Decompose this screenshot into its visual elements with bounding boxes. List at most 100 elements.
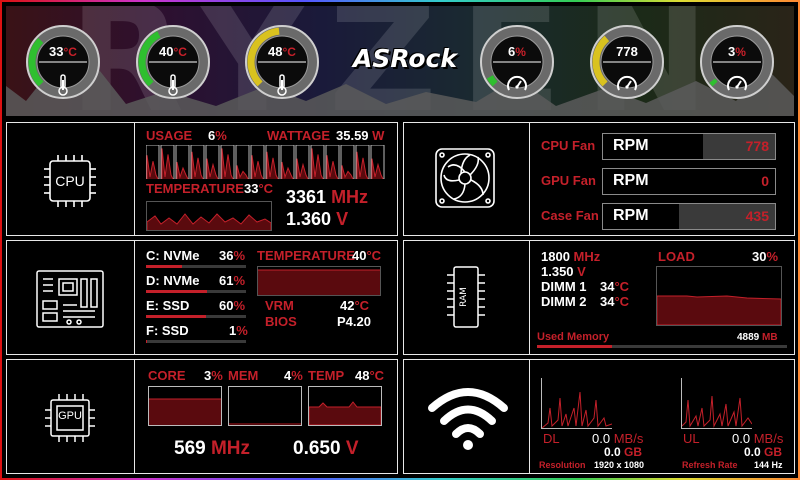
- thermometer-icon: [25, 74, 101, 101]
- fans-panel: CPU Fan RPM 778 GPU Fan RPM 0 Case Fan R…: [403, 122, 795, 236]
- download-rate-unit: MB/s: [613, 431, 644, 446]
- cpu-core-usage-cell: [310, 145, 325, 179]
- gpu-icon-label: GPU: [58, 410, 82, 422]
- fan-rpm-unit: RPM: [613, 137, 649, 154]
- download-total-unit: GB: [624, 445, 643, 459]
- gpu-mem-label: MEM: [228, 368, 259, 383]
- drive-f-unit: %: [236, 323, 248, 338]
- drive-d-value: 61: [219, 273, 234, 288]
- download-graph: [541, 378, 613, 429]
- gauge-motherboard-temp: 40°C: [135, 22, 211, 104]
- used-memory-unit: MB: [762, 332, 778, 343]
- drive-c-value: 36: [219, 248, 234, 263]
- cpu-temperature-label: TEMPERATURE: [146, 181, 244, 196]
- drive-e-label: E: SSD: [146, 298, 190, 313]
- gpu-core-graph: [148, 386, 222, 426]
- cpu-usage-unit: %: [215, 128, 227, 143]
- cpu-core-usage-cell: [235, 145, 250, 179]
- cpu-temperature-value: 33: [244, 181, 259, 196]
- upload-label: UL: [683, 431, 700, 446]
- cpu-wattage-label: WATTAGE: [267, 128, 331, 143]
- mb-temperature-label: TEMPERATURE: [257, 248, 355, 263]
- memory-panel: RAM 1800 MHz 1.350 V DIMM 1 34°C DIMM 2 …: [403, 240, 795, 355]
- drive-c-unit: %: [233, 248, 246, 263]
- drive-d-label: D: NVMe: [146, 273, 200, 288]
- thermometer-icon: [135, 74, 211, 101]
- asrock-logo: ASRock: [353, 44, 457, 73]
- gpu-core-label: CORE: [148, 368, 186, 383]
- gpu-chip-icon: GPU: [43, 392, 97, 449]
- gpu-voltage-value: 0.650: [293, 438, 341, 459]
- cpu-voltage-value: 1.360: [286, 209, 332, 229]
- fan-rpm-unit: RPM: [613, 172, 649, 189]
- thermometer-icon: [244, 74, 320, 101]
- cpu-clock-value: 3361: [286, 187, 327, 207]
- gpu-mem-unit: %: [291, 368, 303, 383]
- gpu-fan-value: 0: [761, 173, 769, 189]
- gauge-unit: %: [515, 45, 526, 59]
- cpu-core-usage-cell: [280, 145, 295, 179]
- cpu-core-usage-graphs: [146, 145, 385, 179]
- resolution-value: 1920 x 1080: [594, 460, 645, 470]
- cpu-core-usage-cell: [190, 145, 205, 179]
- drive-f-bar: [146, 340, 246, 343]
- cpu-wattage-unit: W: [372, 128, 385, 143]
- drive-e-value: 60: [219, 298, 234, 313]
- gauge-value: 778: [616, 44, 638, 59]
- gauge-cpu-temp: 33°C: [25, 22, 101, 104]
- memory-load-unit: %: [766, 249, 779, 264]
- fan-rpm-unit: RPM: [613, 207, 649, 224]
- used-memory-label: Used Memory: [537, 331, 610, 343]
- cpu-fan-rpm-box: RPM 778: [602, 133, 776, 160]
- drive-e-unit: %: [233, 298, 246, 313]
- ram-chip-icon: RAM: [444, 265, 488, 334]
- gpu-fan-rpm-box: RPM 0: [602, 168, 776, 195]
- vrm-label: VRM: [265, 298, 294, 313]
- gauge-unit: °C: [63, 45, 77, 59]
- cpu-icon-label: CPU: [55, 173, 85, 189]
- memory-voltage-value: 1.350: [541, 264, 574, 279]
- gpu-panel: GPU CORE 3% MEM 4% TEMP 48°C 569 MHz 0.6…: [6, 359, 398, 474]
- gpu-temp-unit: °C: [369, 368, 385, 383]
- gauge-gpu-load: 3%: [699, 22, 775, 104]
- header-banner: RYZEN ASRock 33°C 40°C 48°C 6% 778 3%: [6, 6, 794, 116]
- speedometer-icon: [589, 74, 665, 99]
- memory-voltage-unit: V: [577, 264, 586, 279]
- case-fan-rpm-box: RPM 435: [602, 203, 776, 230]
- download-rate-value: 0.0: [592, 431, 611, 446]
- motherboard-panel: C: NVMe 36% D: NVMe 61% E: SSD 60% F: SS…: [6, 240, 398, 355]
- speedometer-icon: [699, 74, 775, 99]
- cpu-voltage-unit: V: [336, 209, 349, 229]
- dimm1-label: DIMM 1: [541, 279, 587, 294]
- gauge-cpu-load: 6%: [479, 22, 555, 104]
- memory-clock-unit: MHz: [573, 249, 601, 264]
- gpu-core-unit: %: [211, 368, 223, 383]
- memory-load-label: LOAD: [658, 249, 695, 264]
- upload-total-value: 0.0: [744, 445, 761, 459]
- cpu-wattage-value: 35.59: [336, 128, 369, 143]
- cpu-fan-label: CPU Fan: [541, 138, 596, 153]
- case-fan-label: Case Fan: [541, 208, 599, 223]
- drive-f-label: F: SSD: [146, 323, 189, 338]
- cpu-core-usage-cell: [295, 145, 310, 179]
- drive-c-label: C: NVMe: [146, 248, 200, 263]
- gpu-clock-value: 569: [174, 438, 206, 459]
- dimm2-label: DIMM 2: [541, 294, 587, 309]
- upload-rate-unit: MB/s: [753, 431, 784, 446]
- gpu-temp-label: TEMP: [308, 368, 345, 383]
- cpu-fan-value: 778: [745, 138, 769, 154]
- gauge-value: 48: [268, 44, 283, 59]
- cpu-core-usage-cell: [160, 145, 175, 179]
- gpu-temp-graph: [308, 386, 382, 426]
- gauge-value: 40: [159, 44, 174, 59]
- used-memory-value: 4889: [737, 332, 760, 343]
- vrm-unit: °C: [354, 298, 370, 313]
- mb-temperature-graph: [257, 266, 381, 296]
- dimm2-value: 34: [600, 294, 615, 309]
- drive-e-bar: [146, 315, 246, 318]
- cpu-core-usage-cell: [355, 145, 370, 179]
- case-fan-value: 435: [745, 208, 769, 224]
- mb-temperature-value: 40: [352, 248, 367, 263]
- speedometer-icon: [479, 74, 555, 99]
- bios-value: P4.20: [337, 314, 371, 329]
